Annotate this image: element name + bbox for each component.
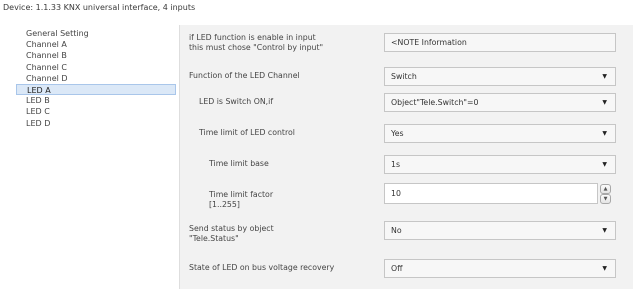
- time-base-dropdown[interactable]: 1s ▼: [384, 155, 616, 174]
- chevron-down-icon: ▼: [602, 265, 607, 272]
- nav-item-led-d[interactable]: LED D: [16, 118, 176, 129]
- send-status-dropdown[interactable]: No ▼: [384, 221, 616, 240]
- window-title: Device: 1.1.33 KNX universal interface, …: [3, 3, 196, 12]
- time-factor-label-line1: Time limit factor: [209, 190, 274, 199]
- nav-item-channel-d[interactable]: Channel D: [16, 73, 176, 84]
- note-label-line1: if LED function is enable in input: [189, 33, 316, 42]
- time-factor-spinner: ▲ ▼: [600, 184, 612, 204]
- parameter-navigation: General Setting Channel A Channel B Chan…: [16, 28, 176, 129]
- chevron-down-icon: ▼: [602, 73, 607, 80]
- bus-recovery-dropdown[interactable]: Off ▼: [384, 259, 616, 278]
- bus-recovery-label: State of LED on bus voltage recovery: [189, 263, 335, 272]
- time-factor-label-line2: [1..255]: [209, 200, 240, 209]
- time-limit-value: Yes: [391, 129, 404, 138]
- nav-item-led-a[interactable]: LED A: [16, 83, 176, 96]
- nav-item-channel-a[interactable]: Channel A: [16, 39, 176, 50]
- note-label-line2: this must chose "Control by input": [189, 43, 324, 52]
- chevron-down-icon: ▼: [602, 161, 607, 168]
- nav-item-general-setting[interactable]: General Setting: [16, 28, 176, 39]
- nav-item-channel-b[interactable]: Channel B: [16, 50, 176, 61]
- function-dropdown[interactable]: Switch ▼: [384, 67, 616, 86]
- chevron-down-icon: ▼: [602, 227, 607, 234]
- send-status-label-line2: "Tele.Status": [189, 234, 239, 243]
- switch-on-if-value: Object"Tele.Switch"=0: [391, 98, 479, 107]
- bus-recovery-value: Off: [391, 264, 403, 273]
- parameter-panel: if LED function is enable in input this …: [179, 25, 633, 289]
- arrow-up-icon: ▲: [603, 186, 608, 192]
- nav-item-led-b[interactable]: LED B: [16, 95, 176, 106]
- nav-item-led-c[interactable]: LED C: [16, 106, 176, 117]
- switch-on-if-label: LED is Switch ON,if: [199, 97, 274, 106]
- send-status-value: No: [391, 226, 402, 235]
- switch-on-if-dropdown[interactable]: Object"Tele.Switch"=0 ▼: [384, 93, 616, 112]
- note-info-box: <NOTE Information: [384, 33, 616, 52]
- chevron-down-icon: ▼: [602, 130, 607, 137]
- send-status-label-line1: Send status by object: [189, 224, 274, 233]
- time-base-value: 1s: [391, 160, 401, 169]
- chevron-down-icon: ▼: [602, 99, 607, 106]
- spin-down-button[interactable]: ▼: [600, 194, 611, 204]
- nav-item-channel-c[interactable]: Channel C: [16, 62, 176, 73]
- time-limit-dropdown[interactable]: Yes ▼: [384, 124, 616, 143]
- time-factor-value: 10: [391, 189, 401, 198]
- time-base-label: Time limit base: [209, 159, 269, 168]
- function-label: Function of the LED Channel: [189, 71, 300, 80]
- time-factor-input[interactable]: 10: [384, 183, 598, 204]
- note-info-text: <NOTE Information: [391, 38, 467, 47]
- time-limit-label: Time limit of LED control: [199, 128, 295, 137]
- function-value: Switch: [391, 72, 417, 81]
- spin-up-button[interactable]: ▲: [600, 184, 611, 194]
- arrow-down-icon: ▼: [603, 196, 608, 202]
